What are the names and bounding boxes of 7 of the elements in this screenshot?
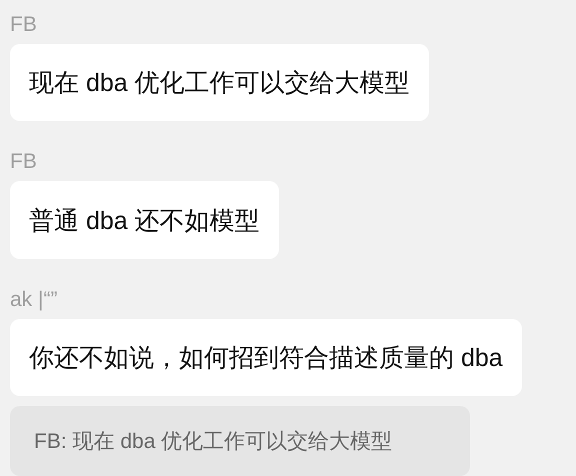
sender-name: FB [10,12,37,38]
message-bubble: 现在 dba 优化工作可以交给大模型 [10,44,429,122]
message-bubble: 普通 dba 还不如模型 [10,181,279,259]
message-bubble: 你还不如说，如何招到符合描述质量的 dba [10,318,522,396]
sender-name: FB [10,149,37,176]
sender-name: ak |“” [10,286,58,313]
quoted-message: FB: 现在 dba 优化工作可以交给大模型 [10,406,470,476]
